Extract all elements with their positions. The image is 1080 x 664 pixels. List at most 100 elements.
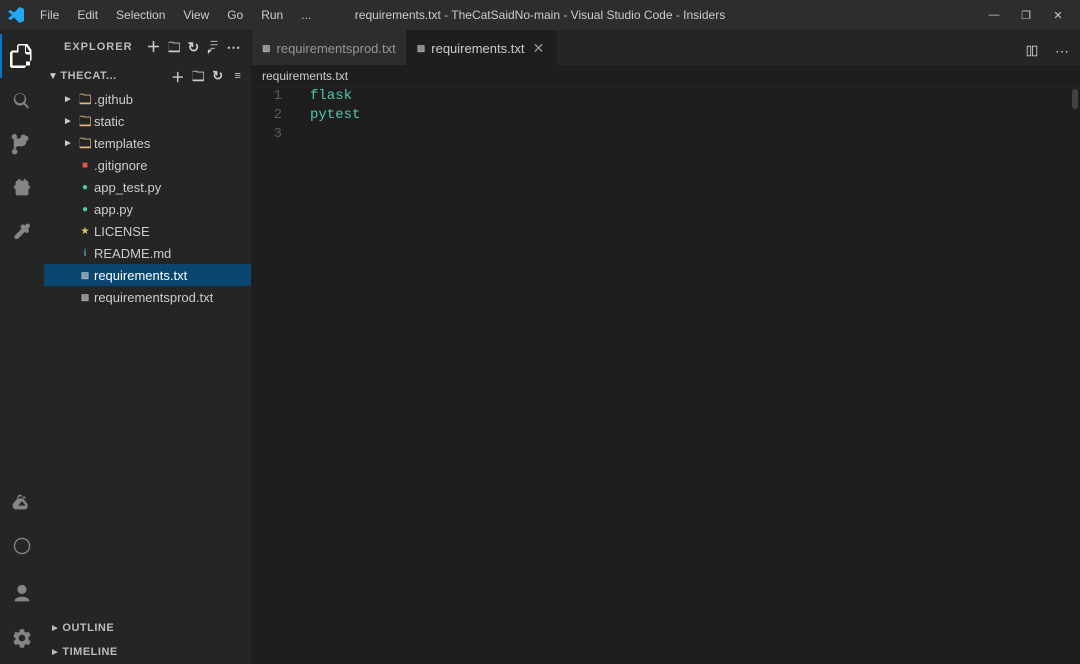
vscode-logo (8, 7, 24, 23)
workspace-refresh[interactable]: ↻ (209, 67, 227, 85)
outline-section: ► OUTLINE (44, 616, 251, 640)
code-editor[interactable]: flask pytest (302, 87, 1066, 664)
folder-icon (76, 114, 94, 128)
tree-item-readme[interactable]: i README.md (44, 242, 251, 264)
sidebar-header-icons: ＋ ↻ ⋯ (145, 38, 243, 56)
collapse-all-button[interactable] (205, 38, 223, 56)
py-icon: ● (76, 204, 94, 215)
menu-go[interactable]: Go (219, 6, 251, 24)
close-button[interactable]: ✕ (1044, 4, 1072, 26)
tree-item-label: .gitignore (94, 158, 251, 173)
explorer-icon (10, 44, 34, 68)
file-icon: ■ (76, 160, 94, 171)
tab-file-icon: ▩ (262, 43, 271, 54)
folder-icon (76, 92, 94, 106)
outline-header[interactable]: ► OUTLINE (44, 616, 251, 640)
readme-icon: i (76, 248, 94, 259)
sidebar: Explorer ＋ ↻ ⋯ ▼ THECAT... ＋ (44, 30, 252, 664)
activity-item-settings[interactable] (0, 616, 44, 660)
workspace-collapse[interactable]: ≡ (229, 67, 247, 85)
new-file-button[interactable]: ＋ (145, 38, 163, 56)
tree-item-gitignore[interactable]: ■ .gitignore (44, 154, 251, 176)
menu-view[interactable]: View (175, 6, 217, 24)
tree-item-license[interactable]: ★ LICENSE (44, 220, 251, 242)
workspace-folder[interactable]: ▼ THECAT... ＋ ↻ ≡ (44, 64, 251, 88)
menu-file[interactable]: File (32, 6, 67, 24)
folder-icon (76, 136, 94, 150)
menu-edit[interactable]: Edit (69, 6, 106, 24)
tree-item-label: requirements.txt (94, 268, 251, 283)
tree-item-app-py[interactable]: ● app.py (44, 198, 251, 220)
test-icon (11, 491, 33, 513)
more-tabs-button[interactable]: ⋯ (1048, 37, 1076, 65)
activity-bar (0, 30, 44, 664)
tree-item-static[interactable]: ► static (44, 110, 251, 132)
workspace-new-folder[interactable] (189, 67, 207, 85)
txt-icon: ▩ (76, 292, 94, 303)
timeline-header[interactable]: ► TIMELINE (44, 640, 251, 664)
new-folder-icon (167, 40, 181, 54)
tree-item-app-test[interactable]: ● app_test.py (44, 176, 251, 198)
refresh-button[interactable]: ↻ (185, 38, 203, 56)
tab-requirementsprod[interactable]: ▩ requirementsprod.txt (252, 30, 407, 65)
line-number-1: 1 (252, 87, 294, 106)
code-token-flask: flask (310, 87, 352, 106)
timeline-arrow: ► (50, 647, 60, 658)
activity-item-test[interactable] (0, 480, 44, 524)
menu-selection[interactable]: Selection (108, 6, 173, 24)
tree-item-requirementsprod[interactable]: ▩ requirementsprod.txt (44, 286, 251, 308)
minimize-button[interactable]: — (980, 4, 1008, 26)
collapse-icon (207, 40, 221, 54)
remote-icon (11, 535, 33, 557)
menu-run[interactable]: Run (253, 6, 291, 24)
code-line-2: pytest (310, 106, 1066, 125)
search-icon (11, 89, 33, 111)
tree-item-github[interactable]: ► .github (44, 88, 251, 110)
activity-item-debug[interactable] (0, 166, 44, 210)
scrollbar-thumb (1072, 89, 1078, 109)
tab-close-button[interactable]: ✕ (530, 40, 546, 56)
source-control-icon (11, 133, 33, 155)
split-editor-button[interactable] (1018, 37, 1046, 65)
window-controls: — ❐ ✕ (980, 4, 1072, 26)
tab-requirements[interactable]: ▩ requirements.txt ✕ (407, 30, 558, 65)
extensions-icon (11, 221, 33, 243)
activity-item-scm[interactable] (0, 122, 44, 166)
editor-area: ▩ requirementsprod.txt ▩ requirements.tx… (252, 30, 1080, 664)
tree-item-label: app.py (94, 202, 251, 217)
menu-more[interactable]: ... (293, 6, 319, 24)
activity-item-explorer[interactable] (0, 34, 44, 78)
editor-scrollbar[interactable] (1066, 87, 1080, 664)
folder-closed-icon (78, 114, 92, 128)
tree-item-label: requirementsprod.txt (94, 290, 251, 305)
restore-button[interactable]: ❐ (1012, 4, 1040, 26)
collapse-arrow: ► (60, 94, 76, 105)
activity-item-extensions[interactable] (0, 210, 44, 254)
tree-item-templates[interactable]: ► templates (44, 132, 251, 154)
folder-closed-icon (78, 92, 92, 106)
tab-bar: ▩ requirementsprod.txt ▩ requirements.tx… (252, 30, 1080, 65)
workspace-new-file[interactable]: ＋ (169, 67, 187, 85)
code-token-pytest: pytest (310, 106, 360, 125)
tree-item-label: LICENSE (94, 224, 251, 239)
line-number-2: 2 (252, 106, 294, 125)
tree-item-requirements[interactable]: ▩ requirements.txt (44, 264, 251, 286)
tree-item-label: README.md (94, 246, 251, 261)
split-editor-icon (1025, 44, 1039, 58)
timeline-section: ► TIMELINE (44, 640, 251, 664)
line-numbers: 1 2 3 (252, 87, 302, 664)
txt-icon: ▩ (76, 270, 94, 281)
explorer-tree: ▼ THECAT... ＋ ↻ ≡ ► .github (44, 64, 251, 616)
activity-bottom (0, 480, 44, 660)
more-actions-button[interactable]: ⋯ (225, 38, 243, 56)
activity-item-remote[interactable] (0, 524, 44, 568)
code-line-1: flask (310, 87, 1066, 106)
activity-item-account[interactable] (0, 572, 44, 616)
tab-file-icon: ▩ (417, 43, 426, 54)
timeline-label: TIMELINE (62, 646, 117, 658)
new-folder-button[interactable] (165, 38, 183, 56)
activity-item-search[interactable] (0, 78, 44, 122)
title-bar-left: File Edit Selection View Go Run ... (8, 6, 319, 24)
collapse-arrow: ► (60, 116, 76, 127)
tree-item-label: templates (94, 136, 251, 151)
